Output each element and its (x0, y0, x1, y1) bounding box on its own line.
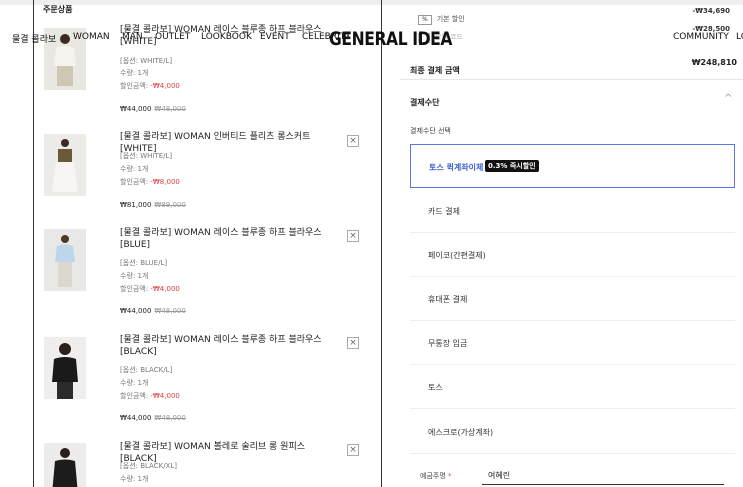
payment-option-toss[interactable]: 토스 (410, 365, 735, 409)
discount-label: 할인금액: (120, 392, 149, 400)
product-name[interactable]: [물결 콜라보] WOMAN 레이스 블루종 하프 블라우스 [BLUE] (120, 227, 342, 251)
remove-item-button[interactable]: × (347, 135, 359, 147)
top-navigation: 물결 콜라보 WOMAN MAN OUTLET LOOKBOOK EVENT C… (0, 28, 743, 50)
product-image[interactable] (44, 229, 86, 291)
remove-item-button[interactable]: × (347, 337, 359, 349)
original-price: ₩89,000 (154, 201, 186, 209)
payment-section-title: 결제수단 (410, 98, 440, 107)
payment-option-label: 토스 (428, 383, 443, 392)
payment-option-label: 토스 퀵계좌이체 (429, 163, 484, 172)
product-qty: 수량: 1개 (120, 165, 149, 173)
basic-discount-row: % 기본 할인 -₩34,690 (418, 6, 736, 25)
sale-price: ₩44,000 (120, 414, 152, 422)
sale-price: ₩44,000 (120, 105, 152, 113)
payment-option-label: 휴대폰 결제 (428, 295, 468, 304)
product-option: [옵션: WHITE/L] (120, 152, 173, 160)
payment-option-label: 페이코(간편결제) (428, 251, 486, 260)
payment-option-toss-transfer[interactable]: 토스 퀵계좌이체 0.3% 즉시할인 (410, 144, 735, 188)
depositor-input[interactable]: 여혜린 (482, 466, 724, 485)
discount-amount: -₩8,000 (150, 178, 180, 186)
product-image[interactable] (44, 337, 86, 399)
final-amount-value: ₩248,810 (691, 58, 737, 67)
product-discount-row: 할인금액: -₩4,000 (120, 283, 180, 295)
discount-amount: -₩4,000 (150, 285, 180, 293)
payment-option-label: 무통장 입금 (428, 339, 468, 348)
top-strip (0, 0, 743, 5)
product-option: [옵션: BLACK/L] (120, 366, 173, 374)
payment-option-bank-deposit[interactable]: 무통장 입금 (410, 321, 735, 365)
payment-option-card[interactable]: 카드 결제 (410, 189, 735, 233)
discount-label: 할인금액: (120, 178, 149, 186)
sale-price: ₩44,000 (120, 307, 152, 315)
nav-item-collab[interactable]: 물결 콜라보 (12, 32, 56, 45)
product-qty: 수량: 1개 (120, 475, 149, 483)
divider (400, 79, 743, 80)
price-row: ₩44,000 ₩48,000 (120, 414, 186, 422)
final-amount-label: 최종 결제 금액 (410, 66, 460, 75)
payment-option-escrow[interactable]: 에스크로(가상계좌) (410, 410, 735, 454)
sale-price: ₩81,000 (120, 201, 152, 209)
instant-discount-badge: 0.3% 즉시할인 (485, 160, 539, 172)
original-price: ₩48,000 (154, 307, 186, 315)
payment-option-phone[interactable]: 휴대폰 결제 (410, 277, 735, 321)
price-row: ₩44,000 ₩48,000 (120, 105, 186, 113)
price-row: ₩81,000 ₩89,000 (120, 201, 186, 209)
depositor-label-row: 예금주명 * (420, 471, 452, 481)
payment-select-label: 결제수단 선택 (410, 127, 451, 135)
nav-item-lookbook[interactable]: LOOKBOOK (201, 32, 252, 42)
left-column-border (33, 0, 34, 487)
depositor-label: 예금주명 (420, 472, 446, 480)
nav-item-login[interactable]: LO (736, 32, 743, 42)
product-image[interactable] (44, 443, 86, 487)
nav-item-community[interactable]: COMMUNITY (673, 32, 729, 42)
discount-amount: -₩4,000 (150, 392, 180, 400)
price-row: ₩44,000 ₩48,000 (120, 307, 186, 315)
product-option: [옵션: BLUE/L] (120, 259, 168, 267)
product-discount-row: 할인금액: -₩8,000 (120, 176, 180, 188)
discount-amount: -₩4,000 (150, 82, 180, 90)
remove-item-button[interactable]: × (347, 444, 359, 456)
product-image[interactable] (44, 134, 86, 196)
product-qty: 수량: 1개 (120, 379, 149, 387)
discount-label: 할인금액: (120, 82, 149, 90)
required-mark: * (448, 472, 452, 480)
brand-logo[interactable]: GENERAL IDEA (329, 28, 452, 50)
right-column-border (381, 0, 382, 487)
product-qty: 수량: 1개 (120, 69, 149, 77)
product-option: [옵션: BLACK/XL] (120, 462, 177, 470)
nav-item-event[interactable]: EVENT (260, 32, 290, 42)
order-section-title: 주문상품 (43, 5, 73, 14)
product-name[interactable]: [물결 콜라보] WOMAN 레이스 블루종 하프 블라우스 [BLACK] (120, 334, 342, 358)
product-discount-row: 할인금액: -₩4,000 (120, 390, 180, 402)
original-price: ₩48,000 (154, 414, 186, 422)
original-price: ₩48,000 (154, 105, 186, 113)
basic-discount-label: 기본 할인 (436, 15, 465, 23)
product-discount-row: 할인금액: -₩4,000 (120, 80, 180, 92)
nav-item-man[interactable]: MAN (122, 32, 143, 42)
nav-item-woman[interactable]: WOMAN (73, 32, 110, 42)
collapse-chevron-icon[interactable]: ^ (724, 93, 732, 104)
product-option: [옵션: WHITE/L] (120, 57, 173, 65)
basic-discount-value: -₩34,690 (692, 7, 730, 15)
payment-option-label: 카드 결제 (428, 207, 460, 216)
payment-option-label: 에스크로(가상계좌) (428, 428, 494, 437)
payment-option-payco[interactable]: 페이코(간편결제) (410, 233, 735, 277)
nav-item-outlet[interactable]: OUTLET (155, 32, 190, 42)
product-qty: 수량: 1개 (120, 272, 149, 280)
final-amount-row: 최종 결제 금액 ₩248,810 (410, 58, 737, 75)
discount-label: 할인금액: (120, 285, 149, 293)
remove-item-button[interactable]: × (347, 230, 359, 242)
